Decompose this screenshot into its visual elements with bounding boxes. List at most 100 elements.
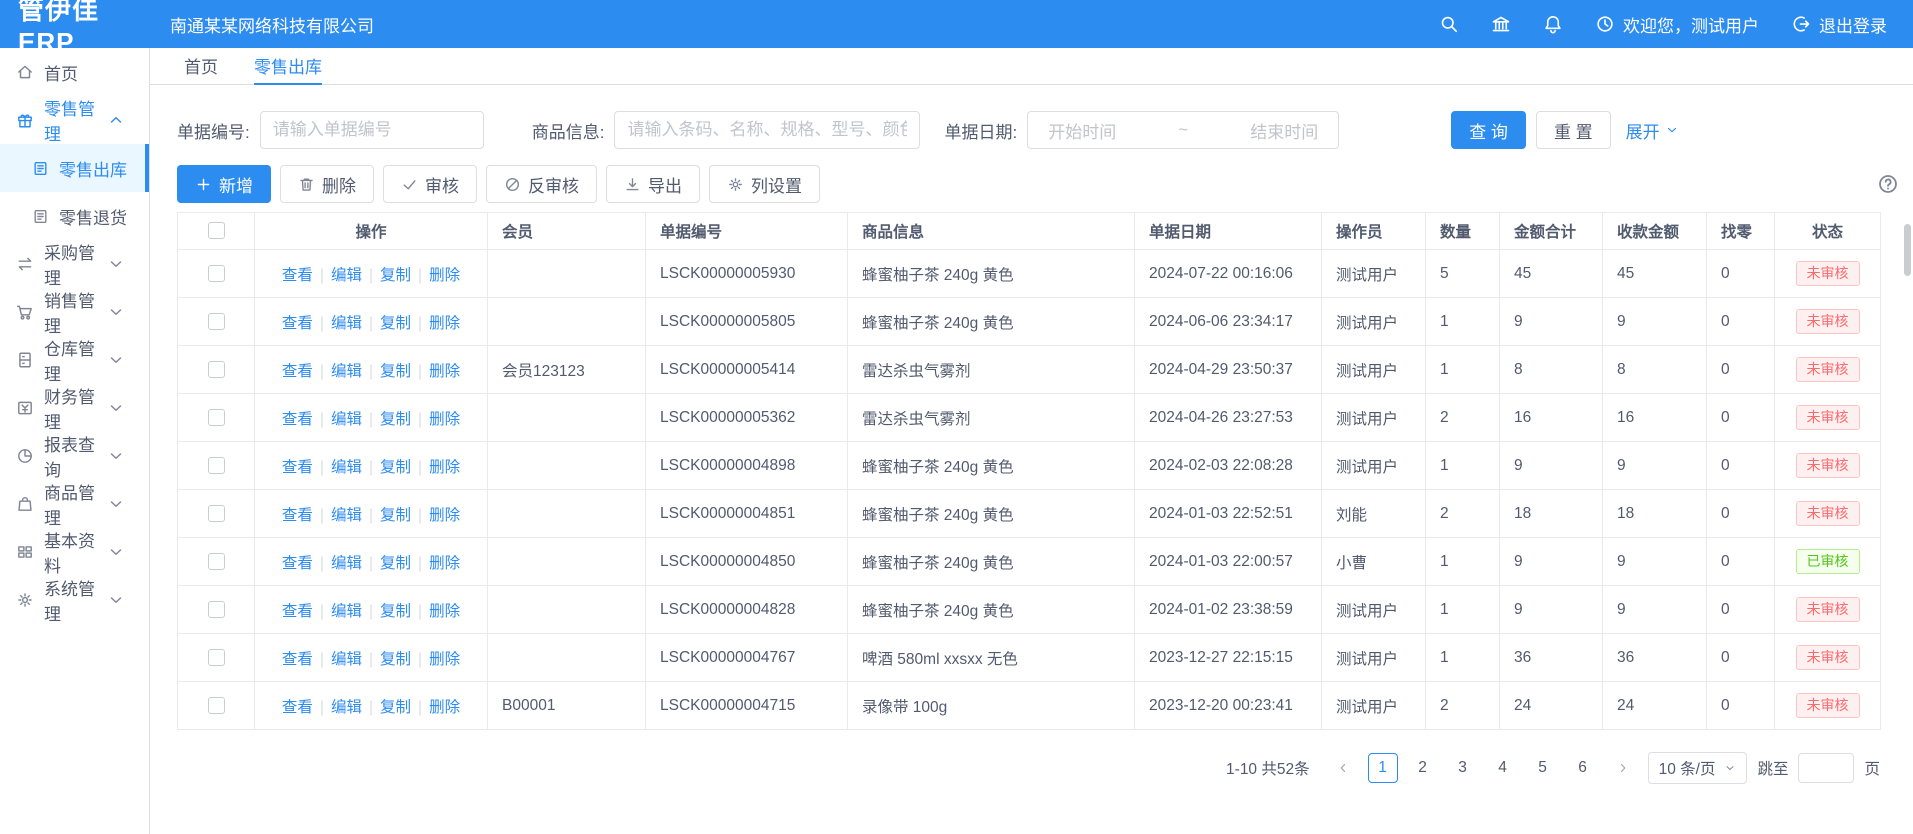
copy-link[interactable]: 复制 [380, 603, 411, 620]
page-size-select[interactable]: 10 条/页 [1648, 752, 1748, 784]
cell-quantity: 5 [1426, 250, 1500, 298]
delete-link[interactable]: 删除 [429, 459, 460, 476]
edit-link[interactable]: 编辑 [331, 267, 362, 284]
view-link[interactable]: 查看 [282, 411, 313, 428]
sidebar-item-销售管理[interactable]: 销售管理 [0, 288, 149, 336]
page-button-1[interactable]: 1 [1368, 753, 1398, 783]
sidebar-item-商品管理[interactable]: 商品管理 [0, 480, 149, 528]
column-settings-button[interactable]: 列设置 [709, 165, 820, 203]
search-icon[interactable] [1439, 14, 1459, 34]
tab-首页[interactable]: 首页 [184, 48, 218, 85]
view-link[interactable]: 查看 [282, 651, 313, 668]
copy-link[interactable]: 复制 [380, 363, 411, 380]
row-checkbox[interactable] [208, 361, 225, 378]
row-checkbox[interactable] [208, 313, 225, 330]
delete-button[interactable]: 删除 [280, 165, 374, 203]
row-select-cell [178, 442, 255, 490]
copy-link[interactable]: 复制 [380, 459, 411, 476]
edit-link[interactable]: 编辑 [331, 699, 362, 716]
delete-link[interactable]: 删除 [429, 555, 460, 572]
sidebar-item-报表查询[interactable]: 报表查询 [0, 432, 149, 480]
sidebar-item-首页[interactable]: 首页 [0, 48, 149, 96]
edit-link[interactable]: 编辑 [331, 555, 362, 572]
sidebar-item-财务管理[interactable]: 财务管理 [0, 384, 149, 432]
page-button-2[interactable]: 2 [1408, 753, 1438, 783]
edit-link[interactable]: 编辑 [331, 411, 362, 428]
reset-button[interactable]: 重 置 [1536, 111, 1611, 149]
view-link[interactable]: 查看 [282, 555, 313, 572]
search-button[interactable]: 查 询 [1451, 111, 1526, 149]
view-link[interactable]: 查看 [282, 603, 313, 620]
edit-link[interactable]: 编辑 [331, 315, 362, 332]
row-checkbox[interactable] [208, 649, 225, 666]
welcome-user[interactable]: 欢迎您，测试用户 [1595, 12, 1759, 37]
copy-link[interactable]: 复制 [380, 651, 411, 668]
action-separator: | [418, 555, 422, 572]
select-all-checkbox[interactable] [208, 222, 225, 239]
sidebar-item-系统管理[interactable]: 系统管理 [0, 576, 149, 624]
edit-link[interactable]: 编辑 [331, 363, 362, 380]
page-button-3[interactable]: 3 [1448, 753, 1478, 783]
delete-link[interactable]: 删除 [429, 651, 460, 668]
row-select-cell [178, 250, 255, 298]
delete-link[interactable]: 删除 [429, 603, 460, 620]
jump-page-input[interactable] [1798, 753, 1854, 783]
action-separator: | [418, 315, 422, 332]
delete-link[interactable]: 删除 [429, 411, 460, 428]
sidebar-subitem-零售退货[interactable]: 零售退货 [0, 192, 149, 240]
view-link[interactable]: 查看 [282, 699, 313, 716]
copy-link[interactable]: 复制 [380, 507, 411, 524]
unaudit-button[interactable]: 反审核 [486, 165, 597, 203]
row-checkbox[interactable] [208, 697, 225, 714]
row-checkbox[interactable] [208, 601, 225, 618]
next-page-button[interactable] [1608, 753, 1638, 783]
edit-link[interactable]: 编辑 [331, 651, 362, 668]
help-icon[interactable] [1877, 173, 1899, 195]
row-checkbox[interactable] [208, 505, 225, 522]
sidebar-item-基本资料[interactable]: 基本资料 [0, 528, 149, 576]
view-link[interactable]: 查看 [282, 459, 313, 476]
edit-link[interactable]: 编辑 [331, 459, 362, 476]
row-checkbox[interactable] [208, 409, 225, 426]
add-button[interactable]: 新增 [177, 165, 271, 203]
delete-link[interactable]: 删除 [429, 507, 460, 524]
row-checkbox[interactable] [208, 553, 225, 570]
view-link[interactable]: 查看 [282, 315, 313, 332]
cell-bill-date: 2023-12-20 00:23:41 [1135, 682, 1322, 730]
page-button-5[interactable]: 5 [1528, 753, 1558, 783]
edit-link[interactable]: 编辑 [331, 507, 362, 524]
delete-link[interactable]: 删除 [429, 699, 460, 716]
prev-page-button[interactable] [1328, 753, 1358, 783]
edit-link[interactable]: 编辑 [331, 603, 362, 620]
delete-link[interactable]: 删除 [429, 267, 460, 284]
view-link[interactable]: 查看 [282, 507, 313, 524]
page-button-6[interactable]: 6 [1568, 753, 1598, 783]
view-link[interactable]: 查看 [282, 363, 313, 380]
sidebar-item-采购管理[interactable]: 采购管理 [0, 240, 149, 288]
page-button-4[interactable]: 4 [1488, 753, 1518, 783]
copy-link[interactable]: 复制 [380, 267, 411, 284]
copy-link[interactable]: 复制 [380, 699, 411, 716]
sidebar-item-零售管理[interactable]: 零售管理 [0, 96, 149, 144]
delete-link[interactable]: 删除 [429, 315, 460, 332]
sidebar-item-仓库管理[interactable]: 仓库管理 [0, 336, 149, 384]
copy-link[interactable]: 复制 [380, 411, 411, 428]
copy-link[interactable]: 复制 [380, 555, 411, 572]
product-info-input[interactable] [627, 120, 907, 140]
delete-link[interactable]: 删除 [429, 363, 460, 380]
row-checkbox[interactable] [208, 265, 225, 282]
copy-link[interactable]: 复制 [380, 315, 411, 332]
export-button[interactable]: 导出 [606, 165, 700, 203]
row-checkbox[interactable] [208, 457, 225, 474]
bill-no-input[interactable] [273, 120, 471, 140]
sidebar-subitem-零售出库[interactable]: 零售出库 [0, 144, 149, 192]
expand-link[interactable]: 展开 [1626, 118, 1679, 143]
logout-button[interactable]: 退出登录 [1791, 12, 1887, 37]
tab-零售出库[interactable]: 零售出库 [254, 48, 322, 85]
bank-icon[interactable] [1491, 14, 1511, 34]
view-link[interactable]: 查看 [282, 267, 313, 284]
audit-button[interactable]: 审核 [383, 165, 477, 203]
scrollbar-thumb[interactable] [1904, 224, 1911, 276]
bill-date-range-picker[interactable]: 开始时间 ~ 结束时间 [1027, 111, 1339, 149]
notification-bell-icon[interactable] [1543, 14, 1563, 34]
